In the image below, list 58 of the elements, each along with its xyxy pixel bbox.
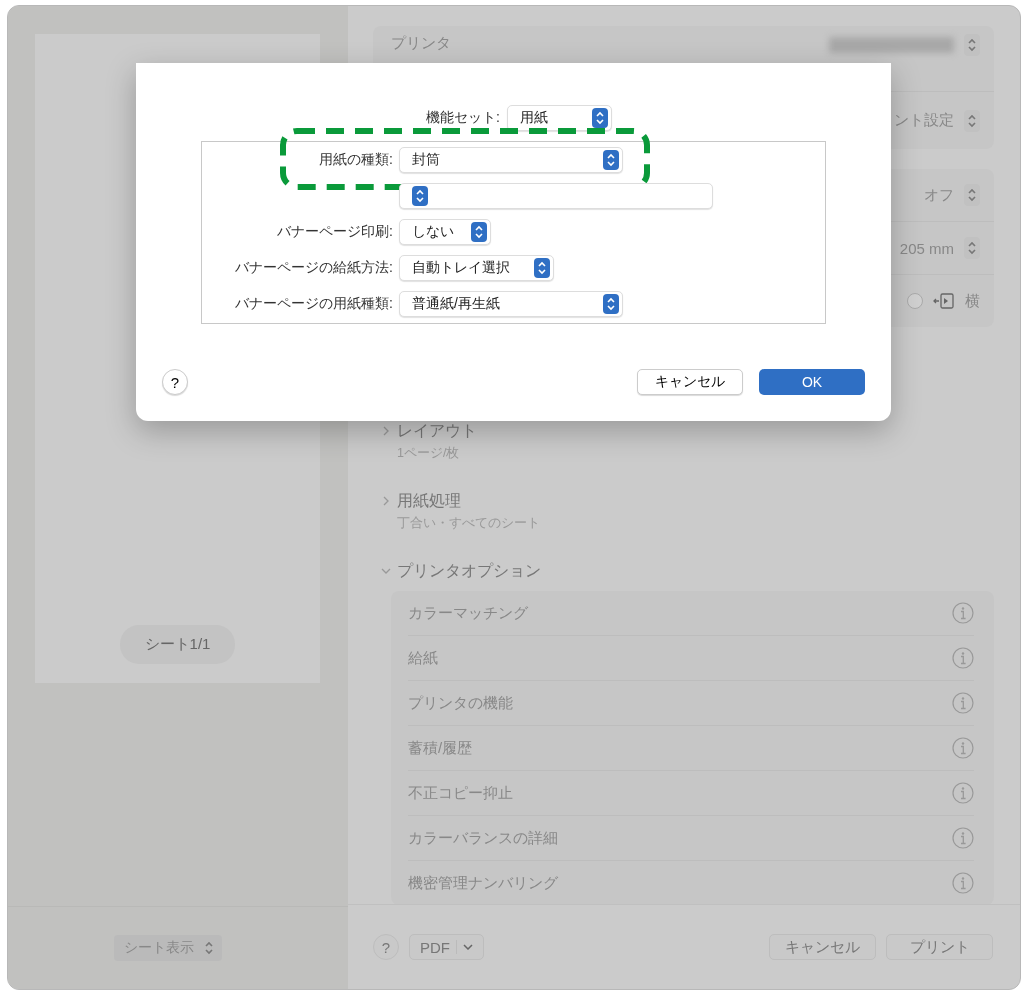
list-item[interactable]: カラーマッチング [408, 603, 528, 623]
list-item[interactable]: 不正コピー抑止 [408, 783, 513, 803]
pdf-menu-button[interactable]: PDF [409, 934, 484, 960]
stepper-icon [592, 108, 608, 128]
caret-icon [463, 944, 473, 950]
section-title[interactable]: 用紙処理 [397, 490, 461, 512]
stepper-icon [603, 294, 619, 314]
list-item[interactable]: 蓄積/履歴 [408, 738, 473, 758]
info-icon[interactable] [952, 602, 974, 624]
info-icon[interactable] [952, 827, 974, 849]
cancel-button[interactable]: キャンセル [769, 934, 876, 960]
option-label: バナーページの用紙種類: [235, 295, 393, 313]
option-label: バナーページの給紙方法: [235, 259, 393, 277]
list-item[interactable]: 給紙 [408, 648, 438, 668]
help-button[interactable]: ? [373, 934, 399, 960]
option-popup[interactable]: 普通紙/再生紙 [399, 291, 623, 317]
stepper-icon[interactable] [964, 184, 980, 206]
feature-set-label: 機能セット: [425, 109, 500, 127]
option-value: 205 mm [899, 239, 954, 257]
radio-button[interactable] [907, 293, 923, 309]
stepper-icon [412, 186, 428, 206]
list-item[interactable]: プリンタの機能 [408, 693, 513, 713]
feature-set-popup[interactable]: 用紙 [507, 105, 612, 131]
info-icon[interactable] [952, 692, 974, 714]
stepper-icon [534, 258, 550, 278]
chevron-icon[interactable] [381, 426, 391, 436]
preset-value: ント設定 [894, 111, 954, 130]
section-title[interactable]: レイアウト [397, 420, 477, 442]
info-icon[interactable] [952, 737, 974, 759]
help-button[interactable]: ? [162, 369, 188, 395]
stepper-icon [603, 150, 619, 170]
option-popup[interactable]: 自動トレイ選択 [399, 255, 554, 281]
option-value: オフ [924, 185, 954, 205]
option-label: 用紙の種類: [319, 151, 393, 169]
option-popup[interactable] [399, 183, 713, 209]
info-icon[interactable] [952, 872, 974, 894]
section-title[interactable]: プリンタオプション [397, 560, 541, 582]
option-popup[interactable]: 封筒 [399, 147, 623, 173]
sheet-counter: シート1/1 [119, 625, 236, 664]
printer-label: プリンタ [391, 34, 451, 53]
option-popup[interactable]: しない [399, 219, 491, 245]
list-item[interactable]: 機密管理ナンバリング [408, 873, 558, 893]
cancel-button[interactable]: キャンセル [637, 369, 743, 395]
info-icon[interactable] [952, 782, 974, 804]
landscape-icon [933, 292, 955, 310]
stepper-icon[interactable] [964, 109, 980, 132]
option-label: バナーページ印刷: [277, 223, 393, 241]
list-item[interactable]: カラーバランスの詳細 [408, 828, 558, 848]
orientation-label: 横 [965, 291, 980, 311]
info-icon[interactable] [952, 647, 974, 669]
stepper-icon [204, 941, 214, 955]
stepper-icon [471, 222, 487, 242]
chevron-icon[interactable] [381, 496, 391, 506]
ok-button[interactable]: OK [759, 369, 865, 395]
chevron-icon[interactable] [381, 566, 391, 576]
stepper-icon[interactable] [964, 237, 980, 259]
stepper-icon[interactable] [964, 34, 980, 56]
print-button[interactable]: プリント [886, 934, 993, 960]
